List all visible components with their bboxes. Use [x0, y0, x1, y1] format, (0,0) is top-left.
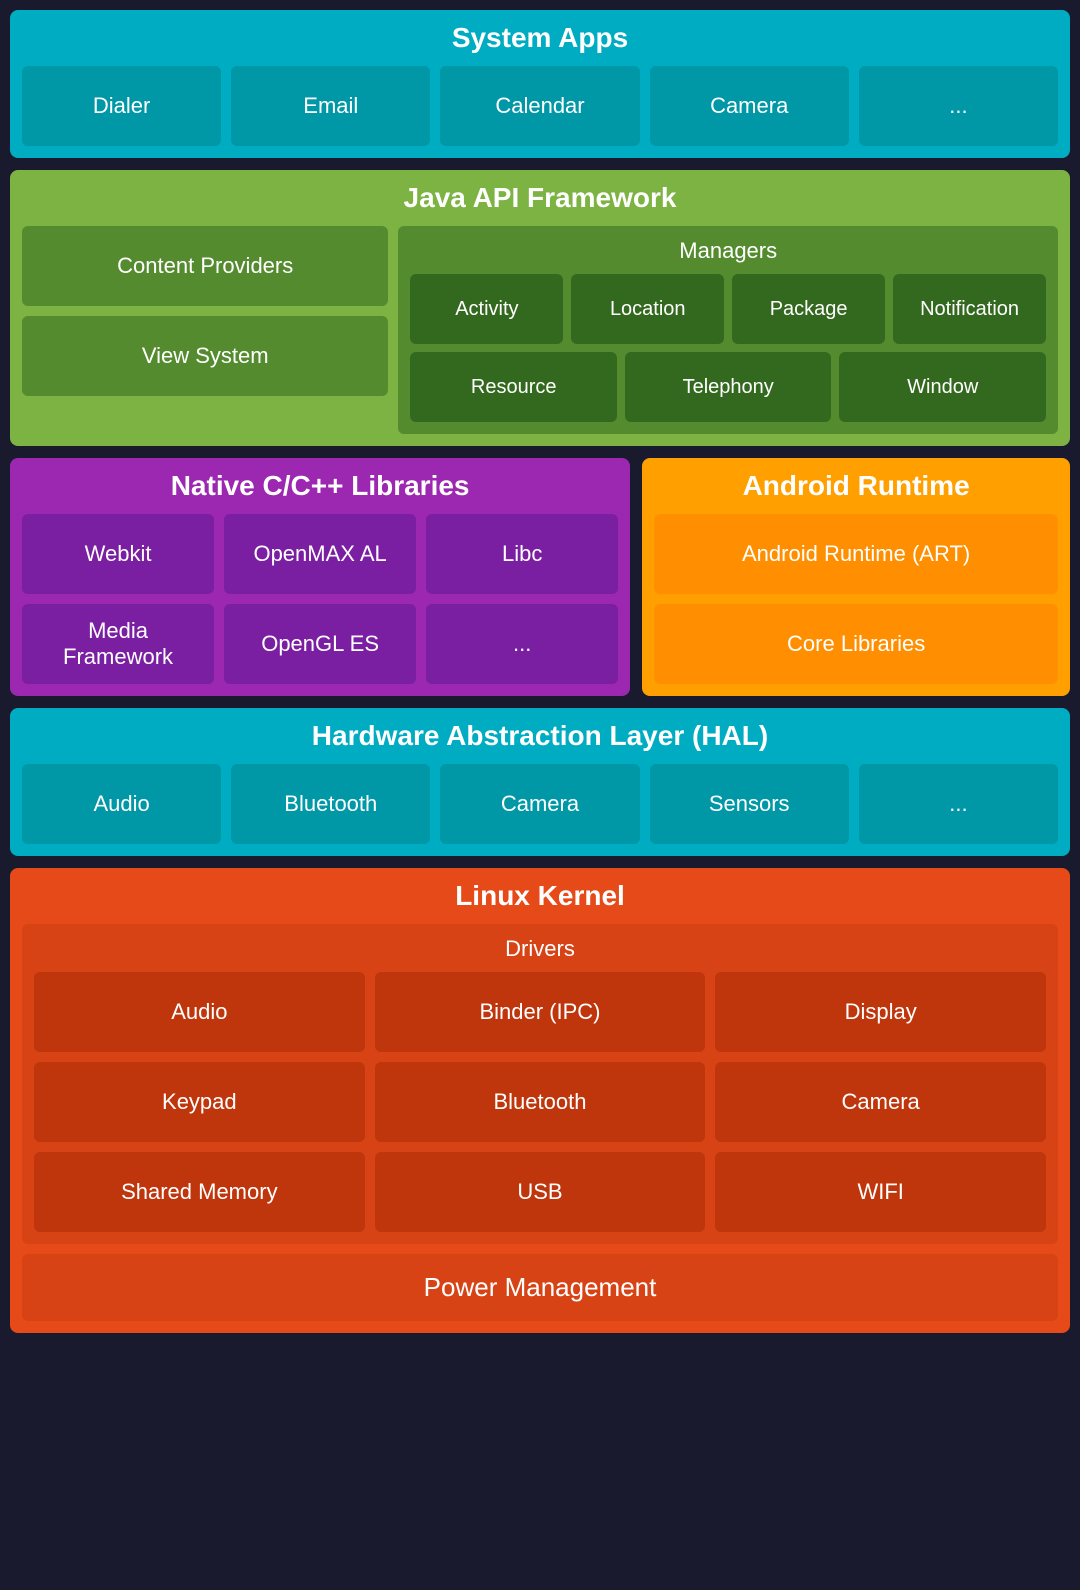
java-api-layer: Java API Framework Content Providers Vie… — [10, 170, 1070, 446]
hal-bluetooth: Bluetooth — [231, 764, 430, 844]
managers-row2: Resource Telephony Window — [410, 352, 1046, 422]
native-opengl: OpenGL ES — [224, 604, 416, 684]
content-providers-cell: Content Providers — [22, 226, 388, 306]
manager-package: Package — [732, 274, 885, 344]
manager-window: Window — [839, 352, 1046, 422]
art-cell: Android Runtime (ART) — [654, 514, 1058, 594]
view-system-cell: View System — [22, 316, 388, 396]
hal-layer: Hardware Abstraction Layer (HAL) Audio B… — [10, 708, 1070, 856]
driver-audio: Audio — [34, 972, 365, 1052]
native-grid: Webkit OpenMAX AL Libc Media Framework O… — [22, 514, 618, 684]
native-openmax: OpenMAX AL — [224, 514, 416, 594]
native-cpp-title: Native C/C++ Libraries — [22, 470, 618, 502]
android-runtime-layer: Android Runtime Android Runtime (ART) Co… — [642, 458, 1070, 696]
android-runtime-grid: Android Runtime (ART) Core Libraries — [654, 514, 1058, 684]
driver-usb: USB — [375, 1152, 706, 1232]
native-cpp-layer: Native C/C++ Libraries Webkit OpenMAX AL… — [10, 458, 630, 696]
managers-title: Managers — [410, 238, 1046, 264]
hal-title: Hardware Abstraction Layer (HAL) — [22, 720, 1058, 752]
power-management: Power Management — [22, 1254, 1058, 1321]
native-runtime-row: Native C/C++ Libraries Webkit OpenMAX AL… — [10, 458, 1070, 696]
system-app-camera: Camera — [650, 66, 849, 146]
linux-kernel-layer: Linux Kernel Drivers Audio Binder (IPC) … — [10, 868, 1070, 1333]
hal-camera: Camera — [440, 764, 639, 844]
managers-box: Managers Activity Location Package Notif… — [398, 226, 1058, 434]
driver-binder: Binder (IPC) — [375, 972, 706, 1052]
system-app-more: ... — [859, 66, 1058, 146]
driver-shared-memory: Shared Memory — [34, 1152, 365, 1232]
manager-resource: Resource — [410, 352, 617, 422]
hal-sensors: Sensors — [650, 764, 849, 844]
hal-grid: Audio Bluetooth Camera Sensors ... — [22, 764, 1058, 844]
java-api-inner: Content Providers View System Managers A… — [22, 226, 1058, 434]
native-more: ... — [426, 604, 618, 684]
android-runtime-title: Android Runtime — [654, 470, 1058, 502]
drivers-box: Drivers Audio Binder (IPC) Display Keypa… — [22, 924, 1058, 1244]
system-app-email: Email — [231, 66, 430, 146]
native-libc: Libc — [426, 514, 618, 594]
java-api-left: Content Providers View System — [22, 226, 388, 434]
system-apps-layer: System Apps Dialer Email Calendar Camera… — [10, 10, 1070, 158]
driver-camera: Camera — [715, 1062, 1046, 1142]
managers-row1: Activity Location Package Notification — [410, 274, 1046, 344]
linux-kernel-title: Linux Kernel — [22, 880, 1058, 912]
driver-keypad: Keypad — [34, 1062, 365, 1142]
hal-audio: Audio — [22, 764, 221, 844]
hal-more: ... — [859, 764, 1058, 844]
manager-notification: Notification — [893, 274, 1046, 344]
manager-activity: Activity — [410, 274, 563, 344]
manager-telephony: Telephony — [625, 352, 832, 422]
system-apps-grid: Dialer Email Calendar Camera ... — [22, 66, 1058, 146]
system-app-calendar: Calendar — [440, 66, 639, 146]
native-media: Media Framework — [22, 604, 214, 684]
manager-location: Location — [571, 274, 724, 344]
driver-display: Display — [715, 972, 1046, 1052]
driver-bluetooth: Bluetooth — [375, 1062, 706, 1142]
drivers-title: Drivers — [34, 936, 1046, 962]
native-webkit: Webkit — [22, 514, 214, 594]
system-app-dialer: Dialer — [22, 66, 221, 146]
java-api-title: Java API Framework — [22, 182, 1058, 214]
system-apps-title: System Apps — [22, 22, 1058, 54]
core-libraries-cell: Core Libraries — [654, 604, 1058, 684]
driver-wifi: WIFI — [715, 1152, 1046, 1232]
drivers-grid: Audio Binder (IPC) Display Keypad Blueto… — [34, 972, 1046, 1232]
